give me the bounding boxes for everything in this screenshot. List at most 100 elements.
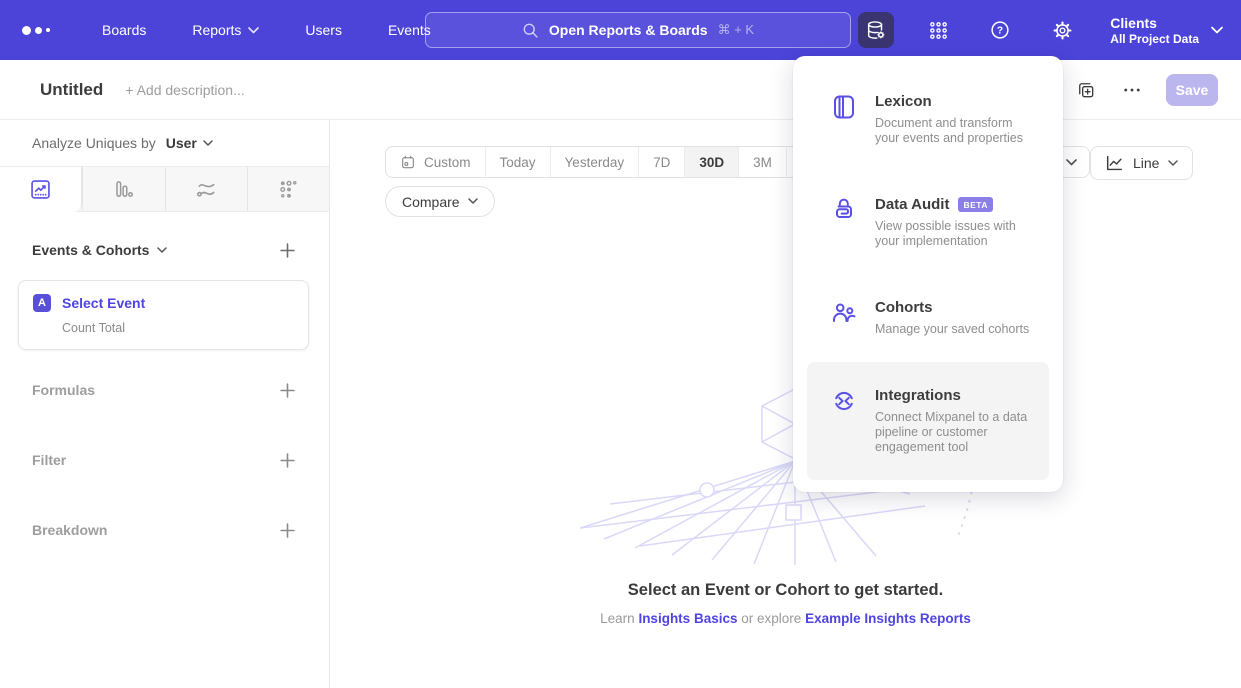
data-management-menu: Lexicon Document and transform your even…	[793, 56, 1063, 492]
filter-label: Filter	[32, 452, 66, 468]
tab-flow[interactable]	[165, 167, 247, 211]
nav-item-reports[interactable]: Reports	[192, 22, 259, 38]
breakdown-section-header: Breakdown	[0, 520, 329, 540]
date-range-yesterday[interactable]: Yesterday	[551, 147, 640, 177]
integrations-sync-icon	[830, 387, 858, 455]
chevron-down-icon	[1066, 159, 1077, 166]
primary-nav: Boards Reports Users Events	[102, 22, 431, 38]
chevron-down-icon	[468, 198, 478, 205]
event-series-badge: A	[33, 294, 51, 312]
empty-state: Select an Event or Cohort to get started…	[330, 581, 1241, 626]
tab-bar-chart[interactable]	[82, 167, 164, 211]
add-event-button[interactable]	[278, 241, 297, 260]
chevron-down-icon	[248, 27, 259, 34]
calendar-icon	[400, 154, 416, 170]
report-description-field[interactable]: + Add description...	[125, 82, 244, 98]
example-reports-link[interactable]: Example Insights Reports	[805, 611, 971, 626]
chart-type-selector[interactable]: Line	[1090, 146, 1193, 180]
events-section-toggle[interactable]: Events & Cohorts	[32, 242, 167, 258]
empty-state-title: Select an Event or Cohort to get started…	[330, 581, 1241, 600]
breakdown-label: Breakdown	[32, 522, 107, 538]
chevron-down-icon	[157, 247, 167, 254]
analyze-row: Analyze Uniques by User	[0, 120, 329, 166]
duplicate-icon	[1076, 80, 1096, 100]
plus-icon	[280, 383, 295, 398]
menu-item-description: View possible issues with your implement…	[875, 219, 1039, 249]
apps-grid-button[interactable]	[920, 12, 956, 48]
menu-item-data-audit[interactable]: Data Audit BETA View possible issues wit…	[807, 171, 1049, 274]
project-selector[interactable]: Clients All Project Data	[1110, 14, 1223, 47]
save-button[interactable]: Save	[1166, 74, 1218, 106]
apps-grid-icon	[928, 20, 949, 41]
menu-item-description: Document and transform your events and p…	[875, 116, 1039, 146]
svg-text:?: ?	[997, 26, 1003, 37]
filter-section-header: Filter	[0, 450, 329, 470]
formulas-label: Formulas	[32, 382, 95, 398]
data-management-button[interactable]	[858, 12, 894, 48]
line-chart-icon	[1105, 155, 1124, 172]
chevron-down-icon	[1211, 26, 1223, 34]
menu-item-integrations[interactable]: Integrations Connect Mixpanel to a data …	[807, 362, 1049, 480]
line-chart-tab-icon	[29, 178, 52, 201]
menu-item-description: Manage your saved cohorts	[875, 322, 1029, 337]
plus-icon	[280, 523, 295, 538]
add-filter-button[interactable]	[278, 451, 297, 470]
chevron-down-icon	[203, 140, 213, 147]
date-range-7d[interactable]: 7D	[639, 147, 685, 177]
menu-item-cohorts[interactable]: Cohorts Manage your saved cohorts	[807, 274, 1049, 362]
visualization-tabs	[0, 166, 329, 212]
search-placeholder: Open Reports & Boards	[549, 22, 708, 38]
add-breakdown-button[interactable]	[278, 521, 297, 540]
cohorts-users-icon	[830, 299, 858, 337]
menu-item-title: Cohorts	[875, 299, 1029, 316]
tab-line-chart[interactable]	[0, 167, 82, 212]
select-event-label[interactable]: Select Event	[62, 295, 145, 311]
mixpanel-logo-icon[interactable]	[22, 26, 56, 35]
kebab-menu-icon	[1122, 80, 1142, 100]
menu-item-lexicon[interactable]: Lexicon Document and transform your even…	[807, 68, 1049, 171]
nav-item-users[interactable]: Users	[305, 22, 342, 38]
data-audit-lock-icon	[830, 196, 858, 249]
menu-item-title: Integrations	[875, 387, 1039, 404]
chevron-down-icon	[1168, 160, 1178, 167]
menu-item-title: Lexicon	[875, 93, 1039, 110]
analyze-unit-dropdown[interactable]: User	[166, 135, 213, 151]
database-gear-icon	[865, 19, 887, 41]
date-range-today[interactable]: Today	[486, 147, 551, 177]
more-options-button[interactable]	[1120, 78, 1144, 102]
add-formula-button[interactable]	[278, 381, 297, 400]
bar-chart-tab-icon	[112, 178, 135, 201]
top-nav: Boards Reports Users Events Open Reports…	[0, 0, 1241, 60]
org-name: Clients	[1110, 14, 1199, 32]
report-canvas: Custom Today Yesterday 7D 30D 3M 6M Line	[330, 120, 1241, 688]
events-section-header: Events & Cohorts	[0, 240, 329, 260]
date-range-30d[interactable]: 30D	[685, 147, 739, 177]
menu-item-description: Connect Mixpanel to a data pipeline or c…	[875, 410, 1039, 455]
compare-button[interactable]: Compare	[385, 186, 495, 217]
search-shortcut: ⌘ + K	[718, 22, 755, 38]
search-input[interactable]: Open Reports & Boards ⌘ + K	[425, 12, 851, 48]
date-range-3m[interactable]: 3M	[739, 147, 787, 177]
report-title[interactable]: Untitled	[40, 80, 103, 100]
date-range-custom[interactable]: Custom	[386, 147, 486, 177]
flow-tab-icon	[195, 178, 218, 201]
help-button[interactable]: ?	[982, 12, 1018, 48]
gear-icon	[1052, 20, 1073, 41]
project-scope: All Project Data	[1110, 32, 1199, 47]
tab-retention-grid[interactable]	[247, 167, 329, 211]
help-icon: ?	[989, 19, 1011, 41]
report-header-actions: Save	[1074, 74, 1218, 106]
event-selector-card[interactable]: A Select Event Count Total	[18, 280, 309, 350]
search-icon	[522, 22, 539, 39]
dots-grid-tab-icon	[277, 178, 300, 201]
empty-state-subtitle: Learn Insights Basics or explore Example…	[330, 611, 1241, 626]
duplicate-button[interactable]	[1074, 78, 1098, 102]
analyze-label: Analyze Uniques by	[32, 135, 156, 151]
chart-toolbar: Custom Today Yesterday 7D 30D 3M 6M Line	[385, 146, 1192, 180]
nav-item-boards[interactable]: Boards	[102, 22, 146, 38]
plus-icon	[280, 243, 295, 258]
settings-button[interactable]	[1044, 12, 1080, 48]
insights-basics-link[interactable]: Insights Basics	[638, 611, 737, 626]
event-aggregation-label[interactable]: Count Total	[62, 321, 294, 335]
beta-badge: BETA	[958, 197, 993, 212]
